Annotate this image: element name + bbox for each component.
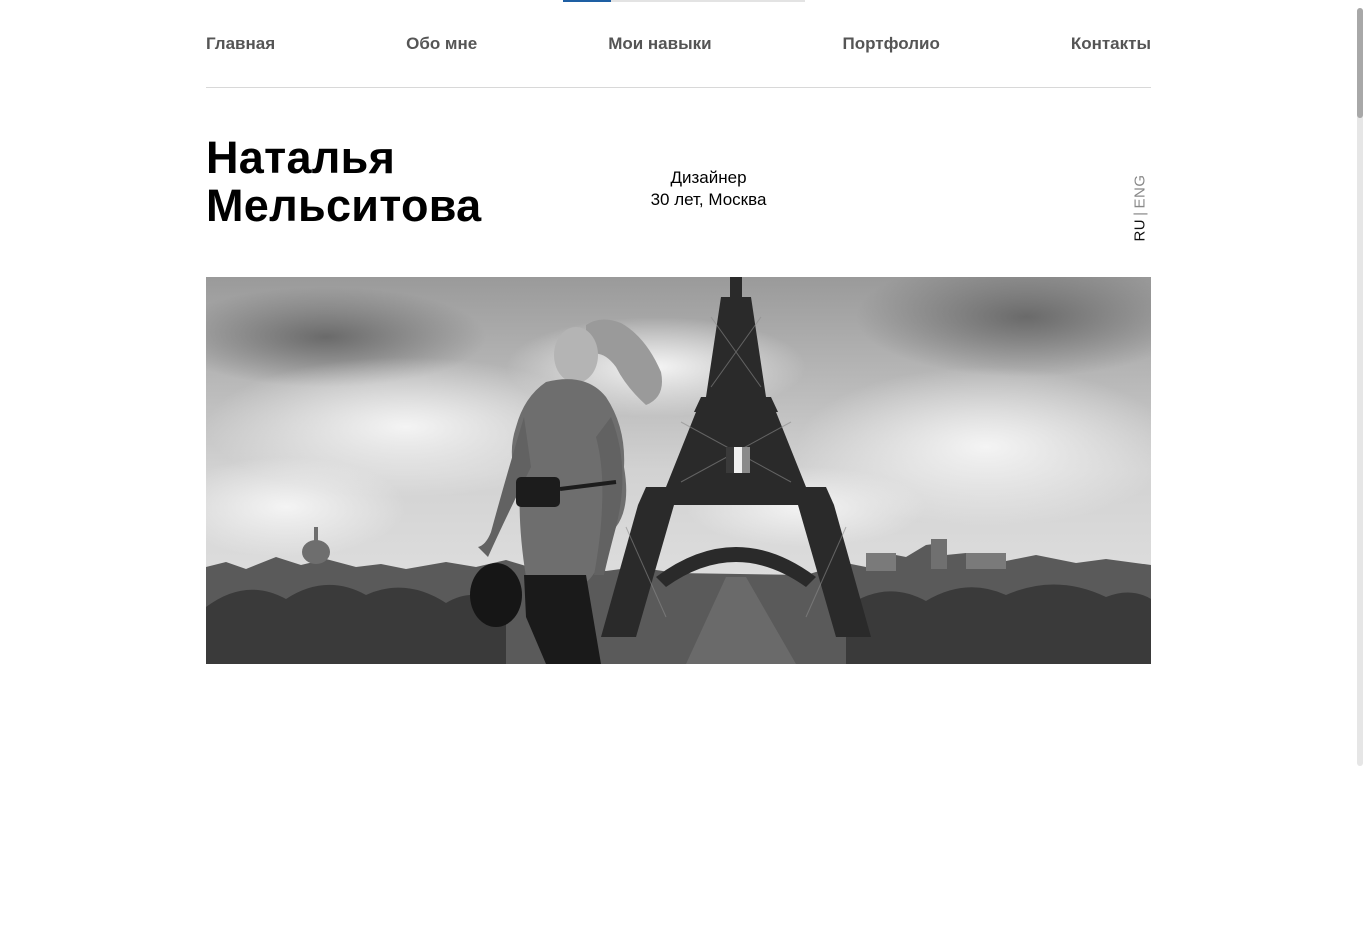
- scrollbar-track: [1357, 8, 1363, 766]
- role-text: Дизайнер: [670, 168, 747, 187]
- age-city-text: 30 лет, Москва: [650, 190, 767, 209]
- paris-portrait-image: [206, 277, 1151, 664]
- lang-ru-option[interactable]: RU: [1132, 219, 1149, 242]
- page-scrollbar[interactable]: [1354, 0, 1366, 770]
- page-container: Главная Обо мне Мои навыки Портфолио Кон…: [206, 0, 1151, 664]
- main-nav: Главная Обо мне Мои навыки Портфолио Кон…: [206, 0, 1151, 88]
- person-info: Дизайнер 30 лет, Москва: [586, 167, 831, 211]
- nav-item-home[interactable]: Главная: [206, 34, 275, 54]
- language-switcher: RU | ENG: [1129, 174, 1151, 242]
- lang-eng-option[interactable]: ENG: [1132, 174, 1149, 208]
- nav-item-skills[interactable]: Мои навыки: [608, 34, 711, 54]
- nav-item-portfolio[interactable]: Портфолио: [843, 34, 940, 54]
- lang-separator: |: [1131, 211, 1149, 216]
- first-name: Наталья: [206, 132, 396, 183]
- last-name: Мельситова: [206, 180, 482, 231]
- nav-item-contacts[interactable]: Контакты: [1071, 34, 1151, 54]
- scrollbar-thumb[interactable]: [1357, 8, 1363, 118]
- hero-photo: [206, 277, 1151, 664]
- person-name: Наталья Мельситова: [206, 134, 481, 230]
- nav-item-about[interactable]: Обо мне: [406, 34, 477, 54]
- hero-section: Наталья Мельситова Дизайнер 30 лет, Моск…: [206, 88, 1151, 276]
